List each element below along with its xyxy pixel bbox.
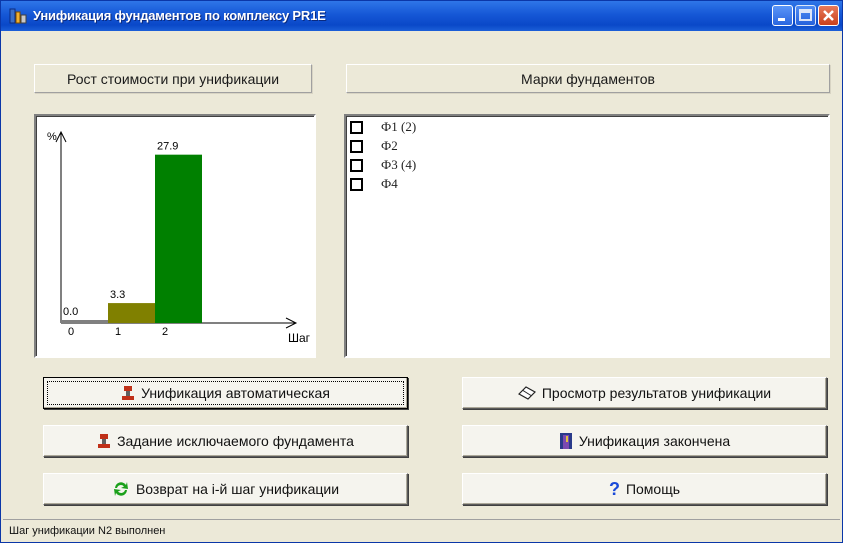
auto-unification-button[interactable]: Унификация автоматическая bbox=[43, 377, 408, 409]
view-results-label: Просмотр результатов унификации bbox=[541, 385, 772, 401]
cost-growth-chart: % Шаг 0.0 0 3.3 1 27.9 2 bbox=[47, 130, 311, 345]
app-icon bbox=[9, 8, 27, 24]
x-tick-label: 1 bbox=[115, 326, 121, 338]
list-item[interactable]: Ф1 (2) bbox=[350, 119, 416, 135]
marks-header: Марки фундаментов bbox=[346, 64, 830, 93]
door-icon bbox=[559, 432, 573, 450]
mark-label: Ф4 bbox=[381, 176, 398, 191]
return-step-label: Возврат на i-й шаг унификации bbox=[135, 481, 340, 497]
exclude-foundation-button[interactable]: Задание исключаемого фундамента bbox=[43, 425, 408, 457]
bar-value-label: 0.0 bbox=[63, 306, 78, 318]
close-icon bbox=[823, 10, 834, 21]
bar-value-label: 3.3 bbox=[110, 289, 125, 301]
mark-label: Ф3 (4) bbox=[381, 157, 417, 172]
eraser-icon bbox=[517, 386, 536, 400]
press-icon bbox=[121, 385, 135, 401]
x-tick-label: 0 bbox=[68, 326, 74, 338]
refresh-icon bbox=[112, 480, 130, 498]
checkbox[interactable] bbox=[350, 120, 363, 134]
window-title: Унификация фундаментов по комплексу PR1E bbox=[33, 8, 326, 23]
status-bar: Шаг унификации N2 выполнен bbox=[3, 519, 840, 541]
list-item[interactable]: Ф3 (4) bbox=[350, 157, 416, 173]
maximize-button[interactable] bbox=[795, 5, 816, 26]
status-text: Шаг унификации N2 выполнен bbox=[9, 524, 166, 537]
unification-done-button[interactable]: Унификация закончена bbox=[462, 425, 827, 457]
mark-label: Ф2 bbox=[381, 138, 398, 153]
x-axis-label: Шаг bbox=[288, 331, 311, 345]
checkbox[interactable] bbox=[350, 177, 363, 191]
close-button[interactable] bbox=[818, 5, 839, 26]
bar-value-label: 27.9 bbox=[157, 141, 178, 153]
x-tick-label: 2 bbox=[162, 326, 168, 338]
return-step-button[interactable]: Возврат на i-й шаг унификации bbox=[43, 473, 408, 505]
help-label: Помощь bbox=[625, 481, 681, 497]
cost-growth-header: Рост стоимости при унификации bbox=[34, 64, 312, 93]
chart-panel: % Шаг 0.0 0 3.3 1 27.9 2 bbox=[34, 114, 316, 358]
auto-unification-label: Унификация автоматическая bbox=[141, 385, 330, 401]
bar bbox=[61, 320, 108, 323]
minimize-button[interactable] bbox=[772, 5, 793, 26]
list-item[interactable]: Ф4 bbox=[350, 176, 398, 192]
exclude-foundation-label: Задание исключаемого фундамента bbox=[117, 433, 354, 449]
press-icon bbox=[97, 433, 111, 449]
view-results-button[interactable]: Просмотр результатов унификации bbox=[462, 377, 827, 409]
title-bar[interactable]: Унификация фундаментов по комплексу PR1E bbox=[1, 1, 842, 31]
bar bbox=[155, 154, 202, 323]
minimize-icon bbox=[778, 18, 785, 21]
help-icon: ? bbox=[608, 478, 620, 499]
y-axis-label: % bbox=[47, 131, 57, 143]
checkbox[interactable] bbox=[350, 139, 363, 153]
list-item[interactable]: Ф2 bbox=[350, 138, 398, 154]
checkbox[interactable] bbox=[350, 158, 363, 172]
main-window: Унификация фундаментов по комплексу PR1E… bbox=[0, 0, 843, 543]
help-button[interactable]: ? Помощь bbox=[462, 473, 827, 505]
mark-label: Ф1 (2) bbox=[381, 119, 417, 134]
maximize-icon bbox=[799, 9, 812, 21]
unification-done-label: Унификация закончена bbox=[578, 433, 731, 449]
marks-list[interactable]: Ф1 (2) Ф2 Ф3 (4) Ф4 bbox=[344, 114, 830, 358]
bar bbox=[108, 303, 155, 323]
